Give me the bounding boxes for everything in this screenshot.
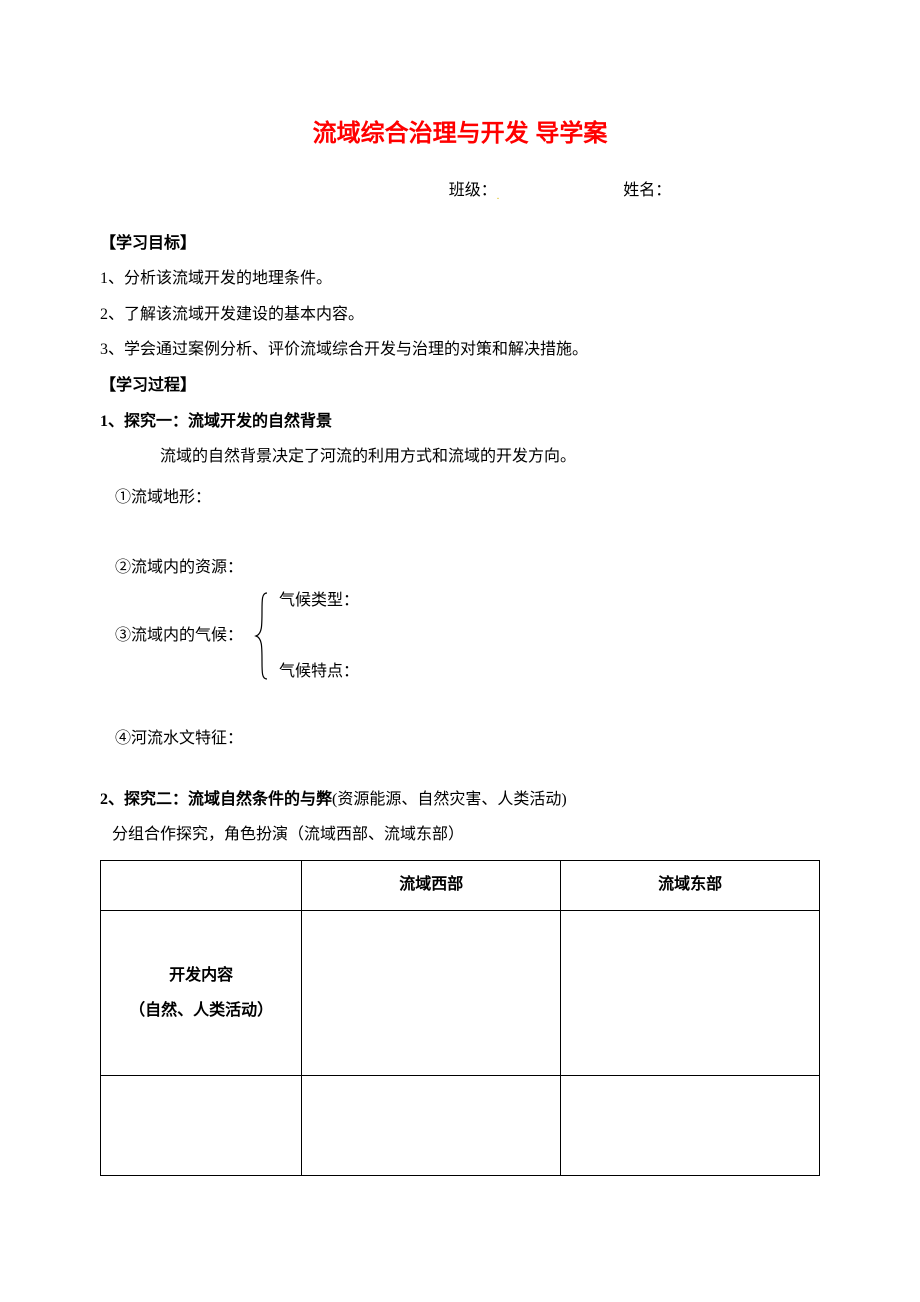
table-row1-west <box>302 910 561 1075</box>
climate-options: 气候类型： 气候特点： <box>279 591 359 681</box>
table-header-row: 流域西部 流域东部 <box>101 860 820 910</box>
inquiry1-item2: ②流域内的资源： <box>115 555 820 581</box>
table-row2-label <box>101 1075 302 1175</box>
inquiry1-intro: 流域的自然背景决定了河流的利用方式和流域的开发方向。 <box>160 444 820 470</box>
class-label: 班级：. <box>449 178 500 205</box>
inquiry1-item3-label: ③流域内的气候： <box>115 623 243 649</box>
left-brace-icon <box>253 591 271 681</box>
inquiry2-header-bold: 2、探究二：流域自然条件的与弊 <box>100 791 332 808</box>
inquiry1-header: 1、探究一：流域开发的自然背景 <box>100 409 820 435</box>
table-header-east: 流域东部 <box>561 860 820 910</box>
info-line: 班级：. 姓名： <box>100 178 820 205</box>
table-header-empty <box>101 860 302 910</box>
table-row1-line1: 开发内容 <box>109 958 293 993</box>
goal-item-1: 1、分析该流域开发的地理条件。 <box>100 266 820 292</box>
inquiry2-table: 流域西部 流域东部 开发内容 （自然、人类活动） <box>100 860 820 1176</box>
table-row1-label: 开发内容 （自然、人类活动） <box>101 910 302 1075</box>
brace-container <box>253 591 271 681</box>
name-label: 姓名： <box>623 182 671 199</box>
inquiry2-header: 2、探究二：流域自然条件的与弊(资源能源、自然灾害、人类活动) <box>100 787 820 813</box>
goals-header: 【学习目标】 <box>100 231 820 257</box>
inquiry1-item4: ④河流水文特征： <box>115 726 820 752</box>
inquiry1-item1: ①流域地形： <box>115 485 820 511</box>
process-header: 【学习过程】 <box>100 373 820 399</box>
table-row2-east <box>561 1075 820 1175</box>
document-title: 流域综合治理与开发 导学案 <box>100 115 820 153</box>
tiny-mark: . <box>497 192 500 203</box>
climate-type-label: 气候类型： <box>279 591 359 610</box>
inquiry2-sub: 分组合作探究，角色扮演（流域西部、流域东部） <box>112 822 820 848</box>
climate-feature-label: 气候特点： <box>279 662 359 681</box>
table-row-2 <box>101 1075 820 1175</box>
table-row1-line2: （自然、人类活动） <box>109 993 293 1028</box>
inquiry1-item3-row: ③流域内的气候： 气候类型： 气候特点： <box>115 591 820 681</box>
table-row-1: 开发内容 （自然、人类活动） <box>101 910 820 1075</box>
table-row2-west <box>302 1075 561 1175</box>
goal-item-2: 2、了解该流域开发建设的基本内容。 <box>100 302 820 328</box>
inquiry2-header-paren: (资源能源、自然灾害、人类活动) <box>332 791 567 808</box>
goal-item-3: 3、学会通过案例分析、评价流域综合开发与治理的对策和解决措施。 <box>100 337 820 363</box>
table-row1-east <box>561 910 820 1075</box>
table-header-west: 流域西部 <box>302 860 561 910</box>
